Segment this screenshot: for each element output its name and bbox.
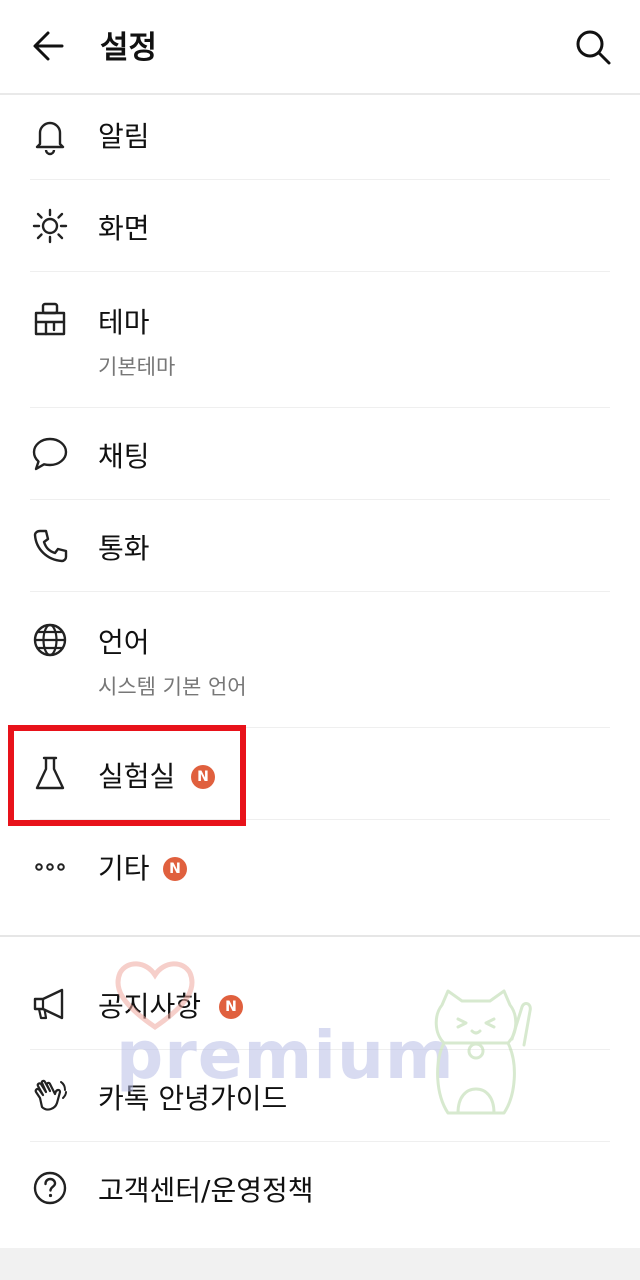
menu-item-display[interactable]: 화면	[0, 180, 640, 272]
menu-item-label: 공지사항	[98, 990, 202, 1023]
phone-icon	[33, 529, 68, 563]
menu-item-label: 고객센터/운영정책	[98, 1174, 314, 1207]
menu-item-customer-center[interactable]: 고객센터/운영정책	[0, 1142, 640, 1234]
menu-item-subtitle: 시스템 기본 언어	[98, 675, 247, 699]
menu-item-label: 채팅	[98, 440, 150, 473]
menu-item-label: 기타	[98, 852, 150, 885]
menu-item-theme[interactable]: 테마 기본테마	[0, 272, 640, 408]
menu-item-label: 통화	[98, 532, 150, 565]
waving-hand-icon	[34, 1079, 67, 1111]
question-circle-icon	[33, 1171, 67, 1205]
back-button[interactable]	[28, 26, 72, 66]
menu-item-label: 알림	[98, 120, 150, 153]
search-icon	[576, 30, 611, 65]
megaphone-icon	[33, 988, 64, 1020]
menu-item-language[interactable]: 언어 시스템 기본 언어	[0, 592, 640, 728]
header-bar: 설정	[0, 0, 640, 95]
menu-item-label: 테마	[98, 306, 150, 339]
highlight-box	[8, 725, 246, 826]
page-title: 설정	[100, 30, 158, 66]
paint-brush-icon	[34, 302, 66, 336]
section-divider	[0, 935, 640, 937]
bell-icon	[35, 121, 65, 156]
arrow-left-icon	[33, 31, 64, 61]
menu-item-subtitle: 기본테마	[98, 355, 176, 379]
new-badge: N	[163, 857, 187, 881]
menu-item-etc[interactable]: 기타 N	[0, 820, 640, 912]
menu-item-call[interactable]: 통화	[0, 500, 640, 592]
menu-item-label: 언어	[98, 626, 150, 659]
menu-item-notifications[interactable]: 알림	[0, 96, 640, 180]
more-dots-icon	[35, 863, 65, 871]
new-badge: N	[219, 995, 243, 1019]
menu-item-guide[interactable]: 카톡 안녕가이드	[0, 1050, 640, 1142]
system-navigation-bar	[0, 1248, 640, 1280]
search-button[interactable]	[572, 26, 614, 68]
chat-bubble-icon	[32, 437, 68, 471]
menu-item-chat[interactable]: 채팅	[0, 408, 640, 500]
brightness-icon	[32, 208, 68, 244]
globe-icon	[33, 623, 67, 657]
menu-item-notice[interactable]: 공지사항 N	[0, 958, 640, 1050]
menu-item-label: 화면	[98, 212, 150, 245]
menu-item-label: 카톡 안녕가이드	[98, 1082, 288, 1115]
